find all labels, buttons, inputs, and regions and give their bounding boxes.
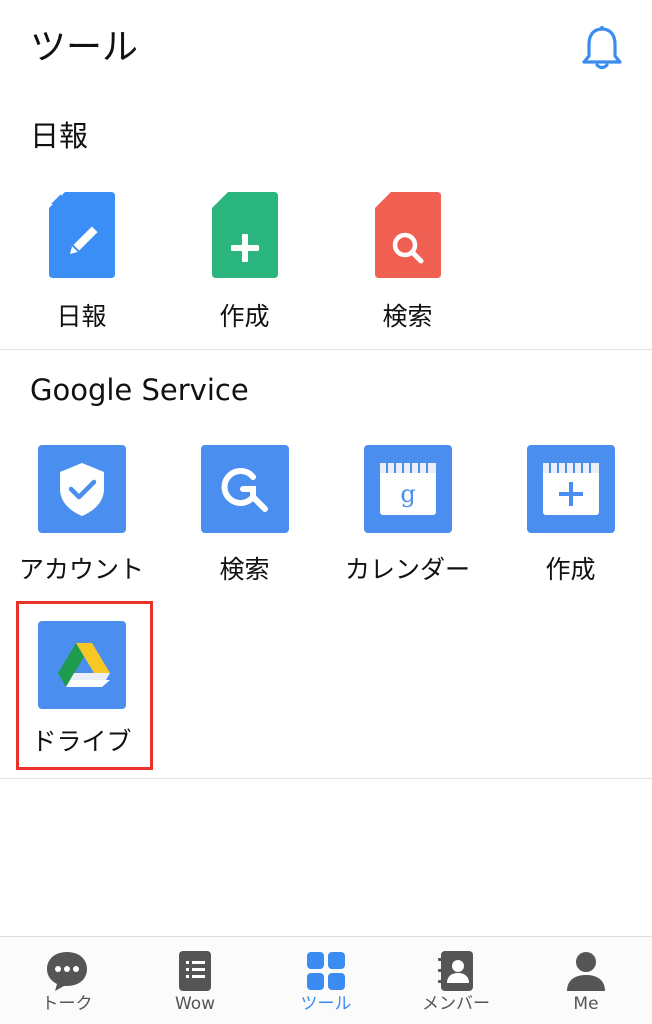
section-title-nippo: 日報	[30, 119, 89, 153]
tab-members[interactable]: メンバー	[391, 937, 521, 1024]
person-icon	[564, 949, 608, 993]
tool-label: カレンダー	[344, 555, 470, 584]
tab-label: トーク	[41, 994, 93, 1014]
tab-talk[interactable]: トーク	[2, 937, 132, 1024]
shield-check-icon	[37, 445, 126, 533]
tool-label: 検索	[382, 302, 433, 331]
tool-label: 日報	[56, 302, 107, 331]
section-title-google: Google Service	[30, 373, 249, 407]
tool-google-account[interactable]: アカウント	[0, 445, 163, 595]
divider	[0, 349, 652, 350]
tab-tools[interactable]: ツール	[261, 937, 391, 1024]
tool-label: 作成	[219, 302, 270, 331]
tab-bar: トーク Wow ツール メンバー Me	[0, 936, 652, 1024]
tool-google-search[interactable]: 検索	[163, 445, 326, 595]
google-search-icon	[200, 445, 289, 533]
page-title: ツール	[30, 27, 139, 68]
tool-google-calendar[interactable]: g カレンダー	[326, 445, 489, 595]
header: ツール	[0, 0, 652, 96]
tool-label: 検索	[219, 555, 270, 584]
search-document-icon	[373, 190, 443, 280]
calendar-plus-icon	[526, 445, 615, 533]
tab-me[interactable]: Me	[521, 937, 651, 1024]
pencil-document-icon	[47, 190, 117, 280]
tab-wow[interactable]: Wow	[130, 937, 260, 1024]
tool-label: 作成	[545, 555, 596, 584]
tab-label: メンバー	[422, 994, 490, 1014]
bell-icon[interactable]	[580, 24, 624, 72]
divider	[0, 778, 652, 779]
tab-label: Wow	[174, 994, 216, 1014]
calendar-g-icon: g	[363, 445, 452, 533]
drive-highlight-box	[16, 601, 153, 770]
tool-google-calendar-create[interactable]: 作成	[489, 445, 652, 595]
note-list-icon	[173, 949, 217, 993]
tool-nippo[interactable]: 日報	[0, 190, 163, 340]
contacts-icon	[434, 949, 478, 993]
tool-label: アカウント	[18, 555, 144, 584]
grid-icon	[304, 949, 348, 993]
tool-nippo-create[interactable]: 作成	[163, 190, 326, 340]
tab-label: ツール	[300, 994, 352, 1014]
plus-document-icon	[210, 190, 280, 280]
chat-bubble-icon	[45, 949, 89, 993]
svg-text:g: g	[400, 480, 415, 508]
tab-label: Me	[573, 994, 599, 1014]
tool-nippo-search[interactable]: 検索	[326, 190, 489, 340]
